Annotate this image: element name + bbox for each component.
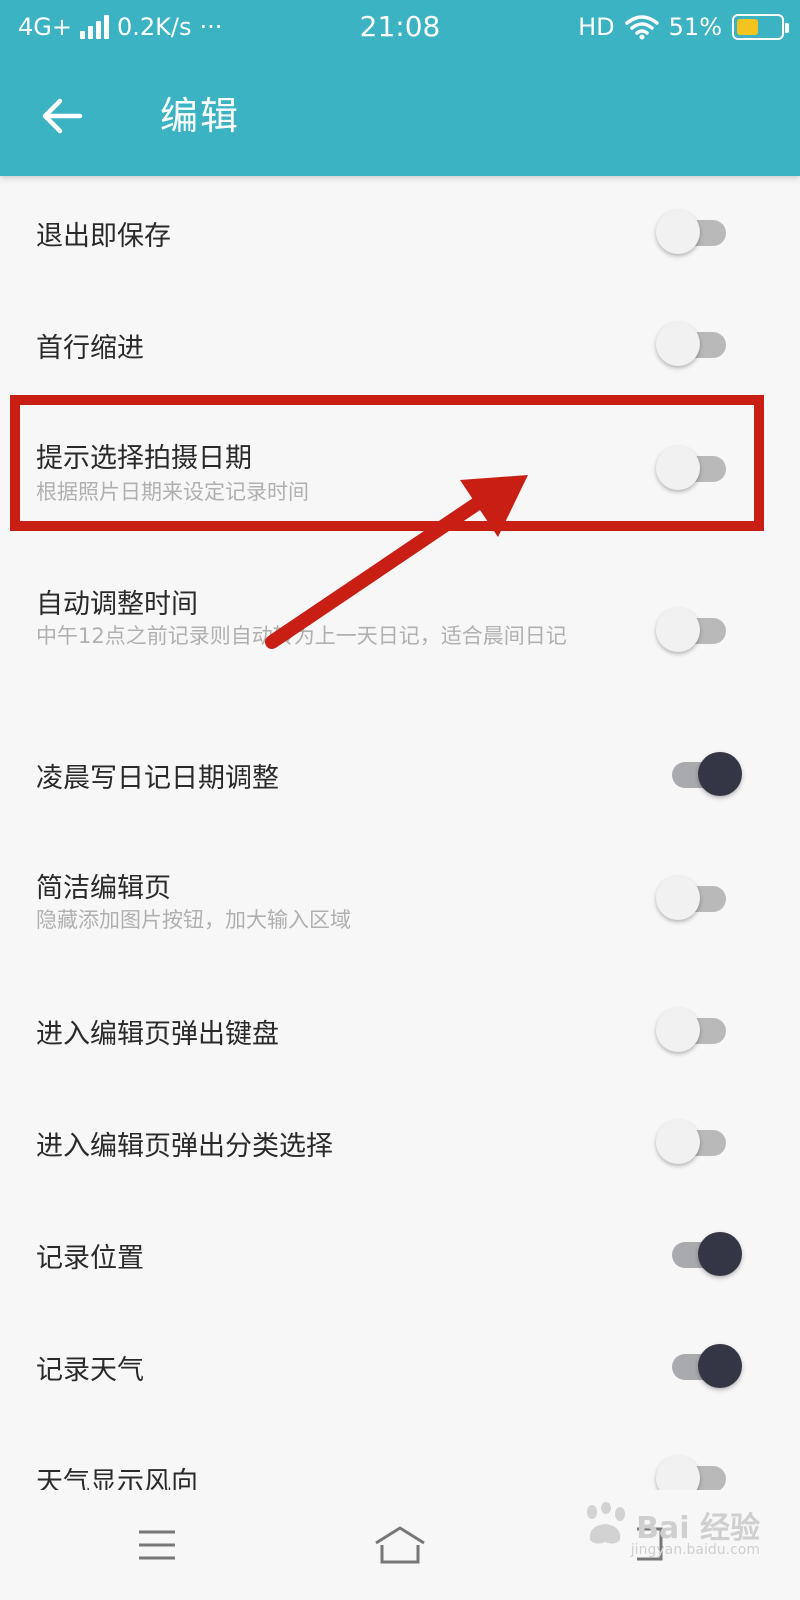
setting-row-early-morning-date[interactable]: 凌晨写日记日期调整: [0, 718, 800, 830]
annotation-highlight-box: [10, 395, 764, 531]
setting-row-simple-edit-page[interactable]: 简洁编辑页 隐藏添加图片按钮，加大输入区域: [0, 830, 800, 974]
toggle-switch[interactable]: [668, 1344, 742, 1388]
status-right: HD 51%: [578, 12, 789, 42]
toggle-switch[interactable]: [656, 1120, 730, 1164]
setting-row-record-location[interactable]: 记录位置: [0, 1198, 800, 1310]
toggle-switch[interactable]: [656, 210, 730, 254]
toggle-switch[interactable]: [656, 608, 730, 652]
baidu-watermark: Bai 经验 jingyan.baidu.com: [580, 1502, 760, 1558]
battery-percent: 51%: [668, 13, 722, 41]
toolbar: 编辑: [0, 56, 800, 176]
toggle-switch[interactable]: [656, 876, 730, 920]
setting-title: 凌晨写日记日期调整: [36, 763, 279, 794]
setting-title: 简洁编辑页: [36, 873, 171, 904]
menu-icon: [139, 1530, 175, 1560]
app-bar: 4G+ 0.2K/s ··· 21:08 HD 51% 编辑: [0, 0, 800, 176]
setting-title: 退出即保存: [36, 221, 171, 252]
watermark-logo-text: Bai 经验: [636, 1511, 760, 1546]
toggle-switch[interactable]: [668, 1232, 742, 1276]
setting-title: 记录位置: [36, 1243, 144, 1274]
setting-title: 进入编辑页弹出键盘: [36, 1019, 279, 1050]
setting-title: 首行缩进: [36, 333, 144, 364]
setting-subtitle: 中午12点之前记录则自动转为上一天日记，适合晨间日记: [36, 624, 567, 648]
page-title: 编辑: [160, 94, 241, 138]
setting-row-save-on-exit[interactable]: 退出即保存: [0, 176, 800, 288]
toggle-switch[interactable]: [668, 752, 742, 796]
setting-row-auto-adjust-time[interactable]: 自动调整时间 中午12点之前记录则自动转为上一天日记，适合晨间日记: [0, 548, 800, 718]
setting-row-record-weather[interactable]: 记录天气: [0, 1310, 800, 1422]
toggle-switch[interactable]: [656, 322, 730, 366]
home-button[interactable]: [355, 1510, 445, 1580]
paw-logo-icon: [587, 1502, 626, 1544]
setting-title: 记录天气: [36, 1355, 144, 1386]
home-icon: [375, 1526, 425, 1564]
watermark-url: jingyan.baidu.com: [630, 1542, 760, 1558]
setting-title: 自动调整时间: [36, 589, 198, 620]
status-bar: 4G+ 0.2K/s ··· 21:08 HD 51%: [0, 0, 800, 56]
screen: 4G+ 0.2K/s ··· 21:08 HD 51% 编辑 退出即保存 首行缩…: [0, 0, 800, 1600]
menu-button[interactable]: [112, 1510, 202, 1580]
arrow-left-icon: [42, 98, 83, 134]
setting-row-popup-keyboard[interactable]: 进入编辑页弹出键盘: [0, 974, 800, 1086]
setting-row-popup-category[interactable]: 进入编辑页弹出分类选择: [0, 1086, 800, 1198]
setting-subtitle: 隐藏添加图片按钮，加大输入区域: [36, 908, 351, 932]
toggle-switch[interactable]: [656, 1008, 730, 1052]
battery-level: [737, 19, 759, 35]
setting-row-first-line-indent[interactable]: 首行缩进: [0, 288, 800, 400]
hd-indicator: HD: [578, 13, 615, 41]
back-button[interactable]: [30, 84, 94, 148]
setting-title: 进入编辑页弹出分类选择: [36, 1131, 333, 1162]
wifi-icon: [624, 14, 659, 40]
battery-icon: [732, 14, 789, 40]
